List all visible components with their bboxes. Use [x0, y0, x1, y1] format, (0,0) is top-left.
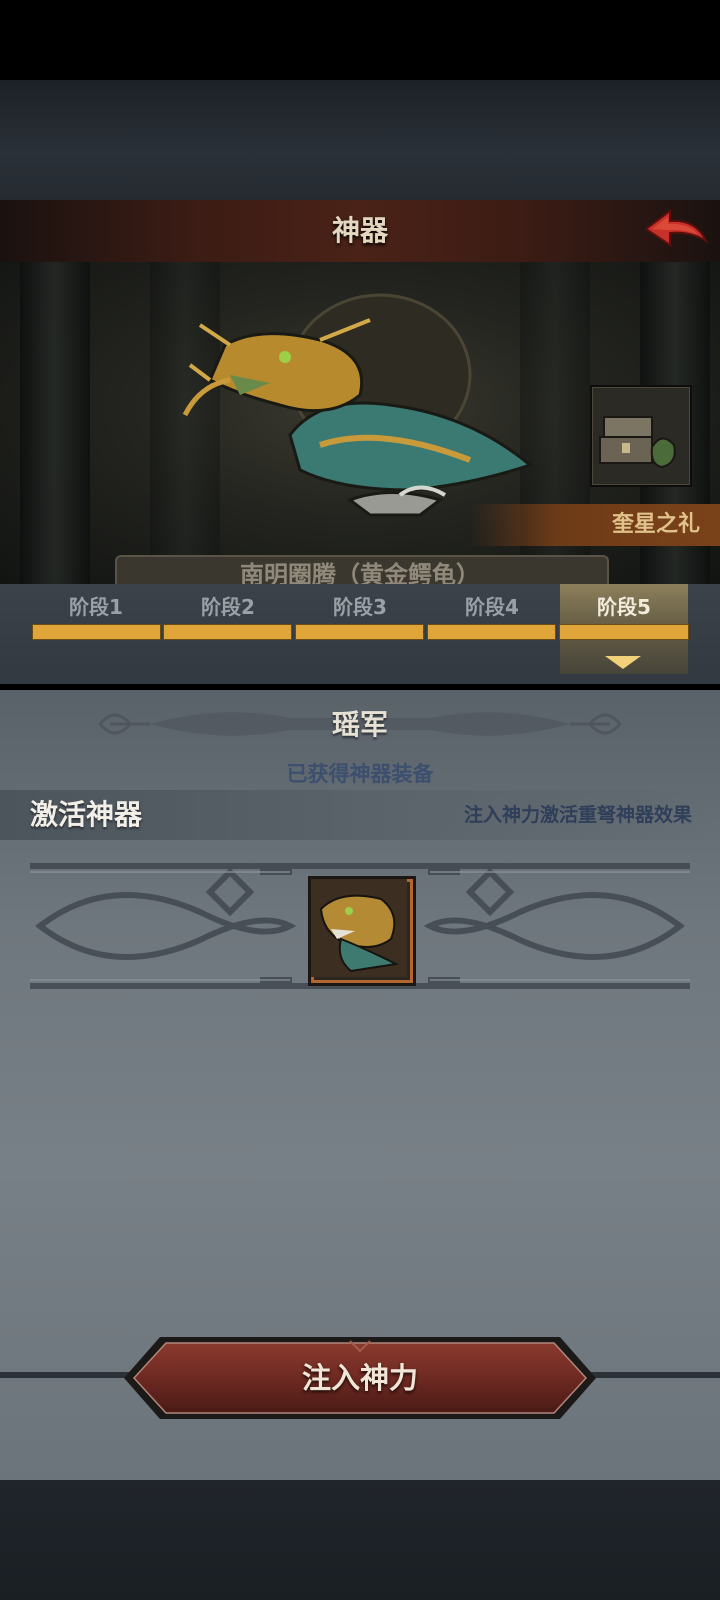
activate-section-description: 注入神力激活重弩神器效果 — [463, 804, 692, 826]
stage-progress-segment — [32, 624, 161, 640]
obtained-status-text: 已获得神器装备 — [286, 762, 434, 786]
activate-section-title: 激活神器 — [30, 798, 143, 831]
stage-progress-segment — [559, 624, 689, 640]
back-arrow-icon — [644, 209, 709, 247]
stage-progress-segment — [427, 624, 556, 640]
artifact-thumbnail-icon — [311, 879, 407, 977]
status-bar-area — [0, 0, 720, 80]
inject-power-button[interactable] — [120, 1333, 600, 1423]
chevron-down-icon — [605, 656, 641, 669]
equipment-slot[interactable] — [308, 876, 416, 986]
stage-progress-segment — [163, 624, 292, 640]
treasure-chest-icon — [599, 416, 676, 469]
skill-title: 瑶军 — [331, 708, 388, 741]
stage-progress-segment — [295, 624, 424, 640]
back-button[interactable] — [640, 205, 712, 257]
bottom-background — [0, 1480, 720, 1600]
page-title: 神器 — [331, 214, 388, 247]
reward-label: 奎星之礼 — [611, 512, 700, 537]
reward-chest-button[interactable] — [590, 385, 692, 487]
top-background — [0, 80, 720, 200]
